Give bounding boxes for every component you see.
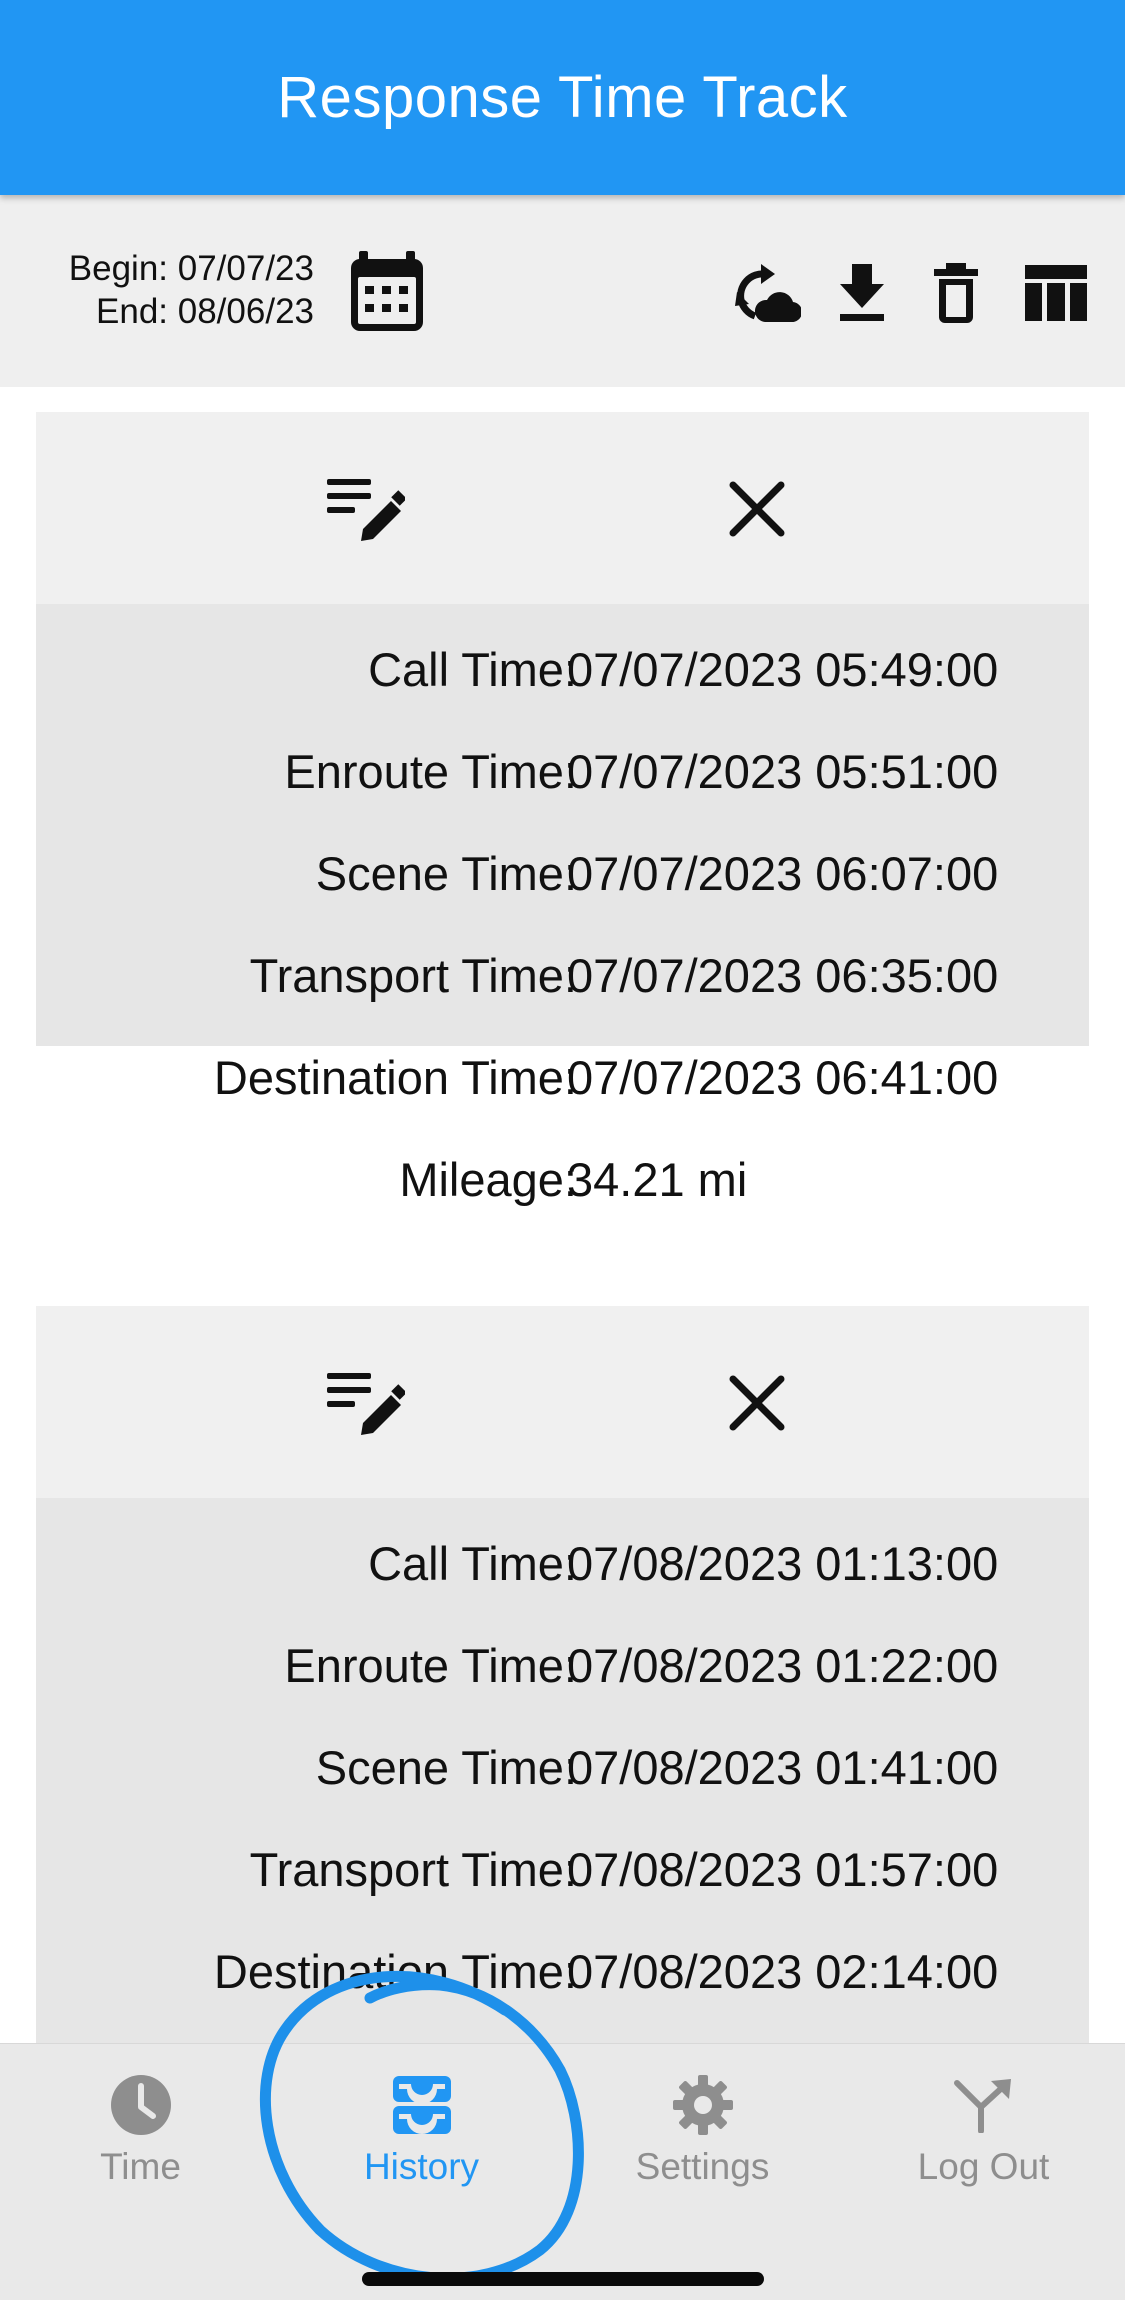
record-card: Call Time: 07/08/2023 01:13:00 Enroute T… — [36, 1306, 1089, 2058]
scene-time-row: Scene Time: 07/08/2023 01:41:00 — [36, 1716, 1089, 1818]
table-view-button[interactable] — [1020, 257, 1092, 329]
delete-record-button[interactable] — [724, 1370, 790, 1436]
begin-date-label: Begin: 07/07/23 — [68, 249, 314, 288]
edit-button[interactable] — [326, 1366, 406, 1438]
transport-time-row: Transport Time: 07/08/2023 01:57:00 — [36, 1818, 1089, 1920]
record-card: Call Time: 07/07/2023 05:49:00 Enroute T… — [36, 412, 1089, 1206]
cloud-sync-icon — [735, 264, 801, 323]
nav-label: Settings — [635, 2146, 770, 2187]
field-value: 07/07/2023 05:49:00 — [567, 643, 999, 696]
enroute-time-row: Enroute Time: 07/08/2023 01:22:00 — [36, 1614, 1089, 1716]
nav-item-history[interactable]: History — [281, 2044, 562, 2244]
nav-item-time[interactable]: Time — [0, 2044, 281, 2244]
table-icon — [1025, 265, 1087, 321]
field-label: Destination Time: — [213, 1051, 577, 1104]
field-label: Call Time: — [368, 643, 577, 696]
gear-icon — [672, 2075, 733, 2135]
home-indicator — [362, 2272, 764, 2286]
close-icon — [729, 481, 785, 537]
app-bar: Response Time Track — [0, 0, 1125, 195]
end-date-label: End: 08/06/23 — [96, 292, 314, 331]
record-details: Call Time: 07/08/2023 01:13:00 Enroute T… — [36, 1498, 1089, 2058]
date-range: Begin: 07/07/23 End: 08/06/23 — [69, 247, 314, 333]
destination-time-row: Destination Time: 07/07/2023 06:41:00 — [36, 1026, 1089, 1128]
field-label: Call Time: — [368, 1537, 577, 1590]
nav-label: Log Out — [917, 2146, 1050, 2187]
nav-label: Time — [100, 2146, 181, 2187]
calendar-button[interactable] — [346, 249, 428, 335]
scene-time-row: Scene Time: 07/07/2023 06:07:00 — [36, 822, 1089, 924]
field-value: 07/07/2023 05:51:00 — [567, 745, 999, 798]
field-value: 07/08/2023 01:57:00 — [567, 1843, 999, 1896]
call-time-row: Call Time: 07/07/2023 05:49:00 — [36, 618, 1089, 720]
field-label: Mileage: — [399, 1153, 577, 1206]
nav-label: History — [363, 2146, 480, 2187]
record-details: Call Time: 07/07/2023 05:49:00 Enroute T… — [36, 604, 1089, 1206]
field-label: Scene Time: — [315, 1741, 577, 1794]
nav-item-settings[interactable]: Settings — [562, 2044, 843, 2244]
delete-button[interactable] — [926, 255, 986, 331]
inbox-icon — [392, 2076, 451, 2134]
call-time-row: Call Time: 07/08/2023 01:13:00 — [36, 1512, 1089, 1614]
field-value: 34.21 mi — [567, 1153, 748, 1206]
card-actions — [36, 412, 1089, 604]
edit-button[interactable] — [326, 472, 406, 544]
nav-item-log-out[interactable]: Log Out — [843, 2044, 1124, 2244]
merge-arrow-icon — [953, 2079, 1011, 2133]
field-label: Enroute Time: — [284, 745, 577, 798]
field-label: Scene Time: — [315, 847, 577, 900]
download-button[interactable] — [832, 257, 892, 329]
bottom-navigation: Time History Settings Log Out — [0, 2043, 1125, 2300]
close-icon — [729, 1375, 785, 1431]
field-label: Destination Time: — [213, 1945, 577, 1998]
date-range-toolbar: Begin: 07/07/23 End: 08/06/23 — [0, 195, 1125, 387]
transport-time-row: Transport Time: 07/07/2023 06:35:00 — [36, 924, 1089, 1026]
page-title: Response Time Track — [277, 65, 848, 130]
field-value: 07/07/2023 06:07:00 — [567, 847, 999, 900]
field-label: Transport Time: — [249, 1843, 577, 1896]
download-icon — [840, 264, 884, 321]
calendar-icon — [351, 251, 423, 331]
field-value: 07/08/2023 01:41:00 — [567, 1741, 999, 1794]
enroute-time-row: Enroute Time: 07/07/2023 05:51:00 — [36, 720, 1089, 822]
edit-note-icon — [327, 479, 405, 541]
field-value: 07/08/2023 02:14:00 — [567, 1945, 999, 1998]
mileage-row: Mileage: 34.21 mi — [36, 1128, 1089, 1230]
field-value: 07/08/2023 01:13:00 — [567, 1537, 999, 1590]
field-value: 07/08/2023 01:22:00 — [567, 1639, 999, 1692]
clock-icon — [110, 2075, 171, 2135]
delete-icon — [934, 263, 978, 323]
field-value: 07/07/2023 06:41:00 — [567, 1051, 999, 1104]
delete-record-button[interactable] — [724, 476, 790, 542]
field-label: Enroute Time: — [284, 1639, 577, 1692]
destination-time-row: Destination Time: 07/08/2023 02:14:00 — [36, 1920, 1089, 2022]
card-actions — [36, 1306, 1089, 1498]
cloud-sync-button[interactable] — [732, 257, 804, 329]
field-label: Transport Time: — [249, 949, 577, 1002]
field-value: 07/07/2023 06:35:00 — [567, 949, 999, 1002]
edit-note-icon — [327, 1373, 405, 1435]
